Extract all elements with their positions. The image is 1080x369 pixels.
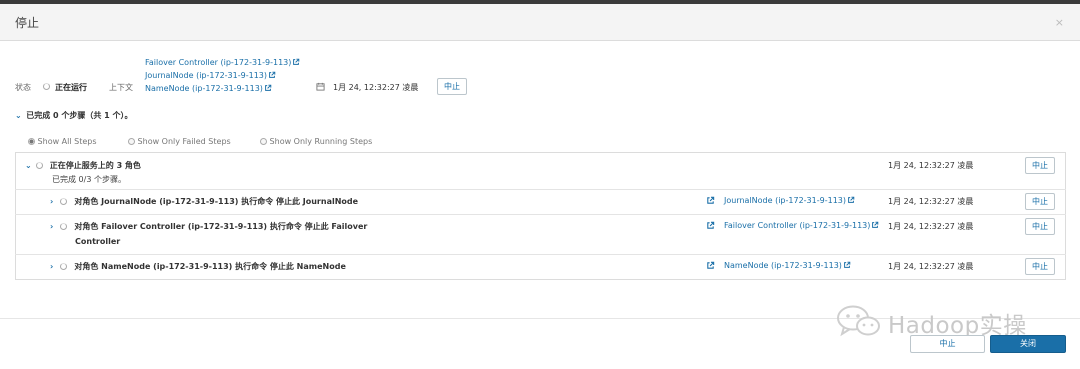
step-row-failover[interactable]: › 对角色 Failover Controller (ip-172-31-9-1… bbox=[50, 221, 367, 232]
step-abort-button[interactable]: 中止 bbox=[1025, 218, 1055, 235]
step-link[interactable]: Failover Controller (ip-172-31-9-113) bbox=[724, 221, 879, 230]
step-time: 1月 24, 12:32:27 凌晨 bbox=[888, 262, 974, 271]
close-icon[interactable]: × bbox=[1055, 16, 1064, 29]
parent-step-time: 1月 24, 12:32:27 凌晨 bbox=[888, 161, 974, 170]
progress-toggle[interactable]: ⌄ 已完成 0 个步骤（共 1 个）。 bbox=[15, 110, 133, 121]
step-abort-button[interactable]: 中止 bbox=[1025, 193, 1055, 210]
radio-selected-icon[interactable] bbox=[28, 138, 35, 145]
context-links: Failover Controller (ip-172-31-9-113) Jo… bbox=[145, 56, 300, 95]
status-spinner-icon bbox=[43, 82, 50, 91]
watermark: Hadoop实操 bbox=[836, 300, 1050, 340]
spinner-icon bbox=[59, 263, 67, 270]
context-link-failover-text[interactable]: Failover Controller (ip-172-31-9-113) bbox=[145, 58, 291, 67]
filter-running[interactable]: Show Only Running Steps bbox=[260, 137, 372, 146]
filter-all-label[interactable]: Show All Steps bbox=[38, 137, 97, 146]
filter-running-label[interactable]: Show Only Running Steps bbox=[270, 137, 373, 146]
external-link-icon[interactable] bbox=[292, 58, 300, 66]
chevron-down-icon[interactable]: ⌄ bbox=[15, 111, 22, 120]
external-link-icon[interactable] bbox=[847, 196, 855, 204]
dialog-header: 停止 × bbox=[0, 4, 1080, 41]
wechat-logo-icon bbox=[837, 305, 880, 337]
summary-abort-button[interactable]: 中止 bbox=[437, 78, 467, 95]
chevron-right-icon[interactable]: › bbox=[50, 222, 53, 231]
radio-icon[interactable] bbox=[260, 138, 267, 145]
step-title: 对角色 JournalNode (ip-172-31-9-113) 执行命令 停… bbox=[74, 197, 359, 206]
step-link[interactable]: NameNode (ip-172-31-9-113) bbox=[724, 261, 851, 270]
context-link-namenode[interactable]: NameNode (ip-172-31-9-113) bbox=[145, 82, 300, 95]
step-link-text[interactable]: JournalNode (ip-172-31-9-113) bbox=[724, 196, 846, 205]
external-link-icon[interactable] bbox=[264, 84, 272, 92]
step-title-line2: Controller bbox=[75, 237, 121, 246]
context-link-journalnode-text[interactable]: JournalNode (ip-172-31-9-113) bbox=[145, 71, 267, 80]
context-label: 上下文 bbox=[109, 83, 133, 92]
row-divider bbox=[15, 189, 1066, 190]
filter-all[interactable]: Show All Steps bbox=[28, 137, 97, 146]
step-link-text[interactable]: NameNode (ip-172-31-9-113) bbox=[724, 261, 842, 270]
parent-step-sub: 已完成 0/3 个步骤。 bbox=[52, 175, 126, 184]
dialog-title: 停止 bbox=[15, 16, 40, 30]
row-divider bbox=[15, 254, 1066, 255]
spinner-icon bbox=[59, 198, 67, 205]
step-row-journalnode[interactable]: › 对角色 JournalNode (ip-172-31-9-113) 执行命令… bbox=[50, 196, 358, 207]
spinner-icon bbox=[59, 223, 67, 230]
chevron-down-icon[interactable]: ⌄ bbox=[25, 161, 32, 170]
step-link[interactable]: JournalNode (ip-172-31-9-113) bbox=[724, 196, 855, 205]
external-link-icon[interactable] bbox=[843, 261, 851, 269]
progress-text: 已完成 0 个步骤（共 1 个）。 bbox=[26, 111, 133, 120]
step-time: 1月 24, 12:32:27 凌晨 bbox=[888, 222, 974, 231]
step-row-namenode[interactable]: › 对角色 NameNode (ip-172-31-9-113) 执行命令 停止… bbox=[50, 261, 346, 272]
parent-step-header[interactable]: ⌄ 正在停止服务上的 3 角色 bbox=[25, 160, 141, 171]
filter-failed-label[interactable]: Show Only Failed Steps bbox=[138, 137, 231, 146]
context-link-namenode-text[interactable]: NameNode (ip-172-31-9-113) bbox=[145, 84, 263, 93]
close-button[interactable]: 关闭 bbox=[990, 335, 1066, 353]
step-time: 1月 24, 12:32:27 凌晨 bbox=[888, 197, 974, 206]
chevron-right-icon[interactable]: › bbox=[50, 197, 53, 206]
step-abort-button[interactable]: 中止 bbox=[1025, 258, 1055, 275]
chevron-right-icon[interactable]: › bbox=[50, 262, 53, 271]
summary-datetime: 1月 24, 12:32:27 凌晨 bbox=[333, 83, 419, 92]
radio-icon[interactable] bbox=[128, 138, 135, 145]
calendar-icon bbox=[316, 82, 325, 91]
parent-step-abort-button[interactable]: 中止 bbox=[1025, 157, 1055, 174]
external-link-icon[interactable] bbox=[268, 71, 276, 79]
context-link-journalnode[interactable]: JournalNode (ip-172-31-9-113) bbox=[145, 69, 300, 82]
external-link-icon[interactable] bbox=[871, 221, 879, 229]
step-title: 对角色 NameNode (ip-172-31-9-113) 执行命令 停止此 … bbox=[74, 262, 346, 271]
filter-failed[interactable]: Show Only Failed Steps bbox=[128, 137, 231, 146]
step-link-text[interactable]: Failover Controller (ip-172-31-9-113) bbox=[724, 221, 870, 230]
external-link-icon[interactable] bbox=[706, 221, 715, 230]
external-link-icon[interactable] bbox=[706, 261, 715, 270]
footer-abort-button[interactable]: 中止 bbox=[910, 335, 985, 353]
external-link-icon[interactable] bbox=[706, 196, 715, 205]
row-divider bbox=[15, 214, 1066, 215]
status-value: 正在运行 bbox=[55, 83, 87, 92]
context-link-failover[interactable]: Failover Controller (ip-172-31-9-113) bbox=[145, 56, 300, 69]
parent-step-title: 正在停止服务上的 3 角色 bbox=[49, 161, 141, 170]
status-label: 状态 bbox=[15, 83, 31, 92]
step-title-line1: 对角色 Failover Controller (ip-172-31-9-113… bbox=[74, 222, 368, 231]
spinner-icon bbox=[36, 162, 44, 169]
